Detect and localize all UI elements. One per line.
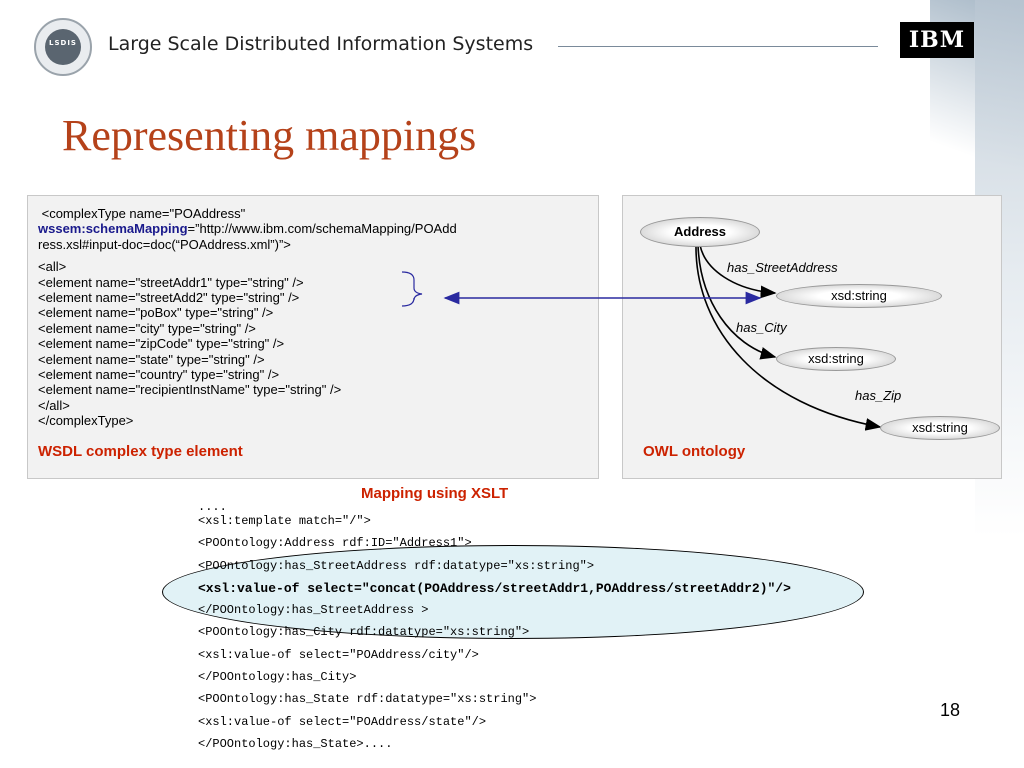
street-brace: [401, 271, 423, 307]
address-node: Address: [640, 217, 760, 247]
xslt-line: </POOntology:has_City>: [198, 670, 357, 685]
xslt-line: <POOntology:has_City rdf:datatype="xs:st…: [198, 625, 530, 640]
xslt-line: <POOntology:Address rdf:ID="Address1">: [198, 536, 472, 551]
xslt-line: <POOntology:has_StreetAddress rdf:dataty…: [198, 558, 595, 573]
xslt-line: </POOntology:has_StreetAddress >: [198, 603, 429, 618]
edge-label-zip: has_Zip: [855, 388, 902, 403]
edge-label-street: has_StreetAddress: [727, 260, 838, 275]
xslt-line: ....: [198, 500, 227, 514]
edge-label-city: has_City: [736, 320, 787, 335]
xslt-code: .... <xsl:template match="/"> <POOntolog…: [198, 500, 791, 759]
xslt-line: <POOntology:has_State rdf:datatype="xs:s…: [198, 692, 537, 707]
xslt-line: <xsl:template match="/">: [198, 514, 371, 528]
xslt-line: </POOntology:has_State>....: [198, 736, 393, 751]
xslt-line: <xsl:value-of select="POAddress/state"/>: [198, 714, 487, 729]
xslt-line: <xsl:value-of select="POAddress/city"/>: [198, 647, 479, 662]
xsd-string-node-zip: xsd:string: [880, 416, 1000, 440]
xsd-string-node-street: xsd:string: [776, 284, 942, 308]
page-number: 18: [940, 700, 961, 720]
xsd-string-node-city: xsd:string: [776, 347, 896, 371]
xslt-line-highlighted: <xsl:value-of select="concat(POAddress/s…: [198, 580, 791, 596]
